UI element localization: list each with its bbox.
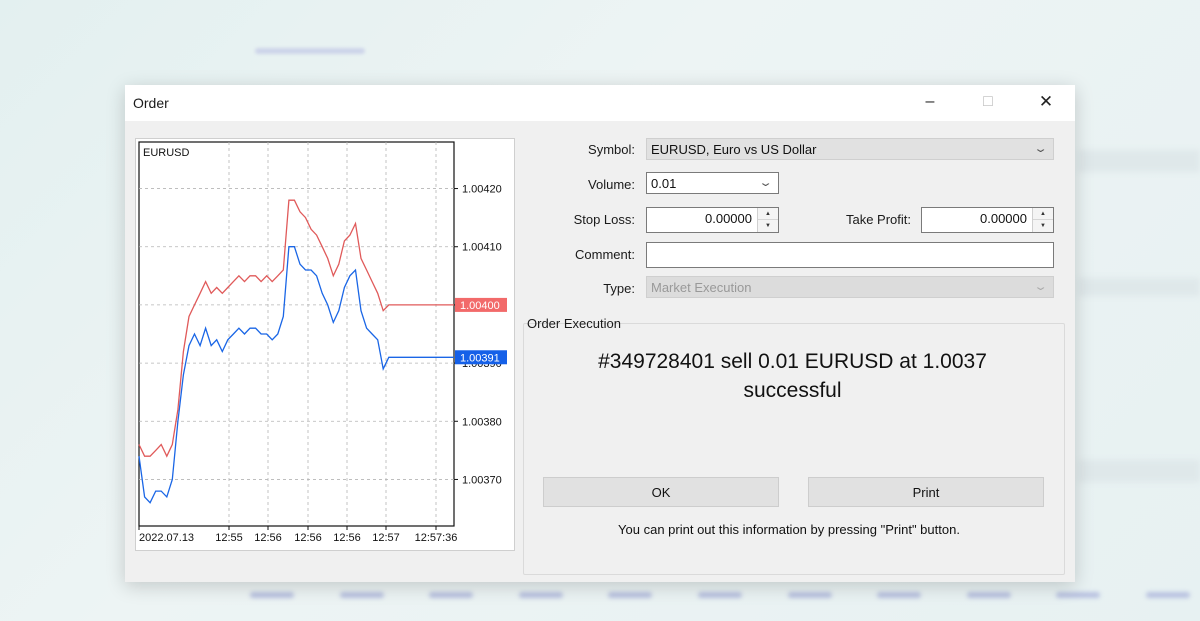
- order-window: Order – □ ✕ 1.004201.004101.004001.00390…: [125, 85, 1075, 582]
- spin-up-icon[interactable]: ▲: [1033, 208, 1053, 220]
- type-select: Market Execution ⌄: [646, 276, 1054, 298]
- title-bar[interactable]: Order – □ ✕: [125, 85, 1075, 121]
- background-panel: [1078, 278, 1200, 296]
- execution-result: #349728401 sell 0.01 EURUSD at 1.0037 su…: [525, 347, 1060, 405]
- symbol-value: EURUSD, Euro vs US Dollar: [651, 142, 817, 157]
- volume-value: 0.01: [651, 176, 677, 191]
- x-tick-label: 12:57: [372, 532, 400, 544]
- order-execution-label: Order Execution: [527, 316, 621, 331]
- take-profit-label: Take Profit:: [845, 212, 911, 227]
- y-tick-label: 1.00380: [462, 416, 502, 428]
- chevron-down-icon: ⌄: [758, 177, 773, 189]
- ok-button[interactable]: OK: [543, 477, 779, 507]
- y-tick-label: 1.00420: [462, 184, 502, 196]
- take-profit-spinner[interactable]: ▲ ▼: [1032, 208, 1053, 232]
- x-tick-label: 12:56: [333, 532, 361, 544]
- background-panel: [1078, 150, 1200, 172]
- y-tick-label: 1.00370: [462, 474, 502, 486]
- chevron-down-icon: ⌄: [1033, 143, 1048, 155]
- x-tick-label: 12:57:36: [415, 532, 458, 544]
- tick-chart-svg: 1.004201.004101.004001.003901.003801.003…: [138, 141, 507, 544]
- print-button[interactable]: Print: [808, 477, 1044, 507]
- window-title: Order: [133, 95, 169, 111]
- x-tick-label: 12:56: [254, 532, 282, 544]
- type-label: Type:: [603, 281, 635, 296]
- print-hint: You can print out this information by pr…: [618, 522, 960, 537]
- chevron-down-icon: ⌄: [1033, 281, 1048, 293]
- volume-select[interactable]: 0.01 ⌄: [646, 172, 779, 194]
- background-axis: [250, 592, 1190, 606]
- x-tick-label: 2022.07.13: [139, 532, 194, 544]
- take-profit-input[interactable]: 0.00000 ▲ ▼: [921, 207, 1054, 233]
- execution-result-line2: successful: [743, 379, 842, 402]
- stop-loss-input[interactable]: 0.00000 ▲ ▼: [646, 207, 779, 233]
- stop-loss-spinner[interactable]: ▲ ▼: [757, 208, 778, 232]
- chart-symbol-label: EURUSD: [143, 147, 190, 159]
- spin-up-icon[interactable]: ▲: [758, 208, 778, 220]
- take-profit-value: 0.00000: [980, 211, 1027, 226]
- ask-price-badge-label: 1.00400: [460, 300, 500, 312]
- x-tick-label: 12:55: [215, 532, 243, 544]
- background-panel: [1078, 460, 1200, 482]
- minimize-button[interactable]: –: [907, 85, 953, 119]
- stop-loss-value: 0.00000: [705, 211, 752, 226]
- comment-label: Comment:: [575, 247, 635, 262]
- symbol-label: Symbol:: [588, 142, 635, 157]
- background-text: [255, 48, 365, 54]
- y-tick-label: 1.00410: [462, 242, 502, 254]
- close-button[interactable]: ✕: [1023, 85, 1069, 119]
- x-tick-label: 12:56: [294, 532, 322, 544]
- type-value: Market Execution: [651, 280, 752, 295]
- symbol-select[interactable]: EURUSD, Euro vs US Dollar ⌄: [646, 138, 1054, 160]
- tick-chart: 1.004201.004101.004001.003901.003801.003…: [135, 138, 515, 551]
- maximize-button[interactable]: □: [965, 85, 1011, 119]
- spin-down-icon[interactable]: ▼: [758, 220, 778, 232]
- spin-down-icon[interactable]: ▼: [1033, 220, 1053, 232]
- volume-label: Volume:: [588, 177, 635, 192]
- bid-price-badge-label: 1.00391: [460, 352, 500, 364]
- stop-loss-label: Stop Loss:: [573, 212, 635, 227]
- comment-input[interactable]: [646, 242, 1054, 268]
- execution-result-line1: #349728401 sell 0.01 EURUSD at 1.0037: [598, 350, 987, 373]
